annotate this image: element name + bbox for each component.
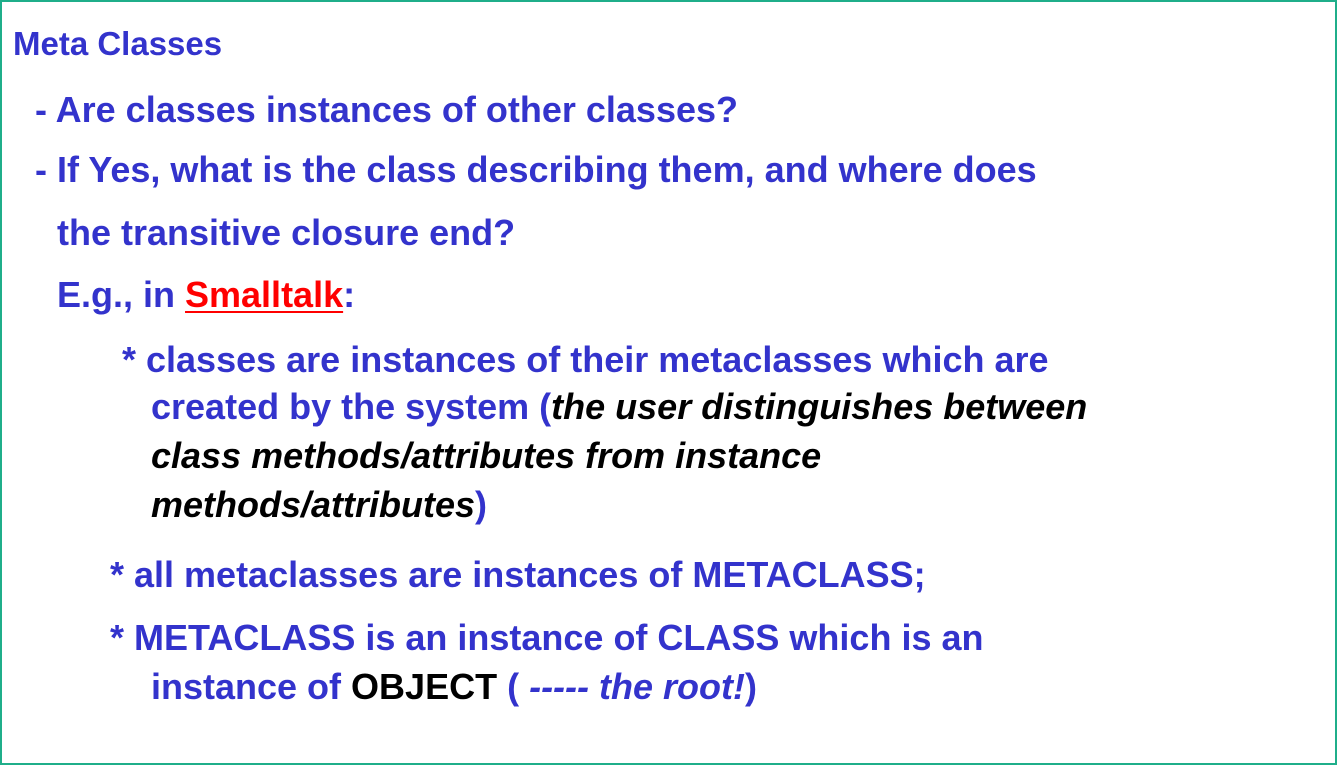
bullet-if-yes-line2: the transitive closure end? xyxy=(57,212,516,253)
object-keyword: OBJECT xyxy=(351,666,498,707)
sub-bullet-metaclass-line1: * METACLASS is an instance of CLASS whic… xyxy=(110,617,984,658)
methods-attributes-text: methods/attributes xyxy=(151,484,476,525)
open-paren: ( xyxy=(497,666,530,707)
example-line: E.g., in Smalltalk: xyxy=(57,277,355,313)
user-distinguishes-text: the user distinguishes between xyxy=(551,386,1088,427)
bullet-if-yes-line1: - If Yes, what is the class describing t… xyxy=(35,149,1037,190)
example-prefix: E.g., in xyxy=(57,274,186,315)
close-paren: ) xyxy=(745,666,757,707)
closing-paren: ) xyxy=(475,484,488,525)
sub-bullet-metaclasses-line2: created by the system (the user distingu… xyxy=(151,389,1087,425)
sub-bullet-metaclasses-line3: class methods/attributes from instance xyxy=(151,435,822,476)
the-root-text: ----- the root! xyxy=(529,666,745,707)
smalltalk-link[interactable]: Smalltalk xyxy=(185,274,343,315)
sub-bullet-metaclass-line2: instance of OBJECT ( ----- the root!) xyxy=(151,669,757,705)
sub-bullet-metaclasses-line1: * classes are instances of their metacla… xyxy=(122,339,1049,380)
bullet-classes-instances: - Are classes instances of other classes… xyxy=(35,89,739,130)
sub-bullet-metaclasses-line4: methods/attributes) xyxy=(151,487,487,523)
instance-of-text: instance of xyxy=(151,666,352,707)
created-by-system-text: created by the system ( xyxy=(151,386,552,427)
example-suffix: : xyxy=(343,274,356,315)
sub-bullet-all-metaclasses: * all metaclasses are instances of METAC… xyxy=(110,554,926,595)
slide-title: Meta Classes xyxy=(13,25,223,62)
slide: Meta Classes - Are classes instances of … xyxy=(0,0,1337,765)
